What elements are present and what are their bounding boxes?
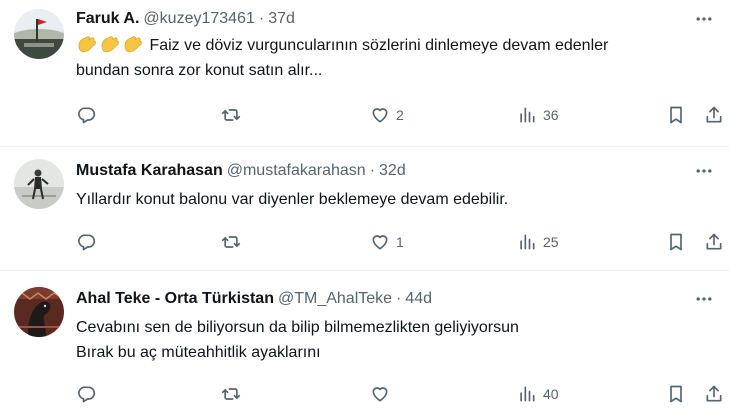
avatar[interactable] [14,9,64,59]
views-icon [520,234,535,250]
tweet-actions: 1 25 [0,229,730,255]
views-button[interactable]: 40 [517,381,559,407]
timestamp[interactable]: 32d [379,162,406,179]
view-count: 36 [543,107,559,123]
avatar[interactable] [14,159,64,209]
retweet-button[interactable] [221,381,241,407]
views-button[interactable]: 36 [517,102,559,128]
tweet-actions: 40 [0,381,730,407]
clapping-hands-icon [99,34,121,54]
separator: · [396,290,402,307]
like-button[interactable]: 1 [370,229,404,255]
bookmark-icon [670,233,682,251]
retweet-button[interactable] [221,102,241,128]
views-icon [520,107,535,123]
reply-button[interactable] [76,381,96,407]
share-icon [706,233,722,250]
retweet-icon [221,109,241,121]
heart-icon [372,108,388,123]
bookmark-button[interactable] [666,229,686,255]
views-button[interactable]: 25 [517,229,559,255]
author-handle[interactable]: @TM_AhalTeke [278,290,392,307]
timestamp[interactable]: 44d [405,290,432,307]
clapping-hands-icon [122,34,144,54]
heart-icon [372,387,388,402]
like-button[interactable]: 2 [370,102,404,128]
tweet-text-line: bundan sonra zor konut satın alır... [76,62,323,79]
tweet-text: Yıllardır konut balonu var diyenler bekl… [76,187,716,212]
reply-icon [78,234,96,251]
share-button[interactable] [704,229,724,255]
separator: · [369,162,376,179]
tweet-text: Faiz ve döviz vurguncularının sözlerini … [76,33,716,83]
share-button[interactable] [704,381,724,407]
retweet-icon [221,236,241,248]
more-icon[interactable] [692,289,716,309]
bookmark-icon [670,106,682,124]
views-icon [520,386,535,402]
share-icon [706,106,722,123]
bookmark-button[interactable] [666,381,686,407]
heart-icon [372,235,388,250]
tweet-text-line: Yıllardır konut balonu var diyenler bekl… [76,191,509,208]
more-icon[interactable] [692,9,716,29]
share-icon [706,385,722,402]
tweet-actions: 2 36 [0,102,730,128]
tweet[interactable]: Ahal Teke - Orta Türkistan @TM_AhalTeke · 4… [0,270,730,420]
like-button[interactable] [370,381,396,407]
tweet-header: Ahal Teke - Orta Türkistan @TM_AhalTeke · 4… [76,289,432,309]
view-count: 25 [543,234,559,250]
share-button[interactable] [704,102,724,128]
author-name[interactable]: Mustafa Karahasan [76,162,223,179]
tweet[interactable]: Mustafa Karahasan @mustafakarahasn · 32d Yı… [0,146,730,270]
timestamp[interactable]: 37d [268,10,295,27]
author-handle[interactable]: @kuzey173461 [143,10,254,27]
reply-icon [78,386,96,403]
reply-icon [78,107,96,124]
avatar[interactable] [14,287,64,337]
reply-button[interactable] [76,102,96,128]
clapping-hands-icon [76,34,98,54]
tweet-text-line: Faiz ve döviz vurguncularının sözlerini … [76,33,716,58]
tweet-header: Faruk A. @kuzey173461 · 37d [76,9,295,29]
bookmark-icon [670,385,682,403]
retweet-icon [221,388,241,400]
author-name[interactable]: Faruk A. [76,10,139,27]
tweet[interactable]: Faruk A. @kuzey173461 · 37d Faiz ve döviz v… [0,0,730,146]
author-name[interactable]: Ahal Teke - Orta Türkistan [76,290,274,307]
view-count: 40 [543,386,559,402]
tweet-text-line: Cevabını sen de biliyorsun da bilip bilm… [76,319,519,336]
author-handle[interactable]: @mustafakarahasn [227,162,366,179]
more-icon[interactable] [692,161,716,181]
bookmark-button[interactable] [666,102,686,128]
tweet-header: Mustafa Karahasan @mustafakarahasn · 32d [76,161,406,181]
tweet-text-line: Bırak bu aç müteahhitlik ayaklarını [76,344,321,361]
like-count: 1 [396,234,404,250]
tweet-text-content: Faiz ve döviz vurguncularının sözlerini … [149,37,609,54]
separator: · [258,10,265,27]
reply-button[interactable] [76,229,96,255]
retweet-button[interactable] [221,229,241,255]
like-count: 2 [396,107,404,123]
tweet-text: Cevabını sen de biliyorsun da bilip bilm… [76,315,716,365]
